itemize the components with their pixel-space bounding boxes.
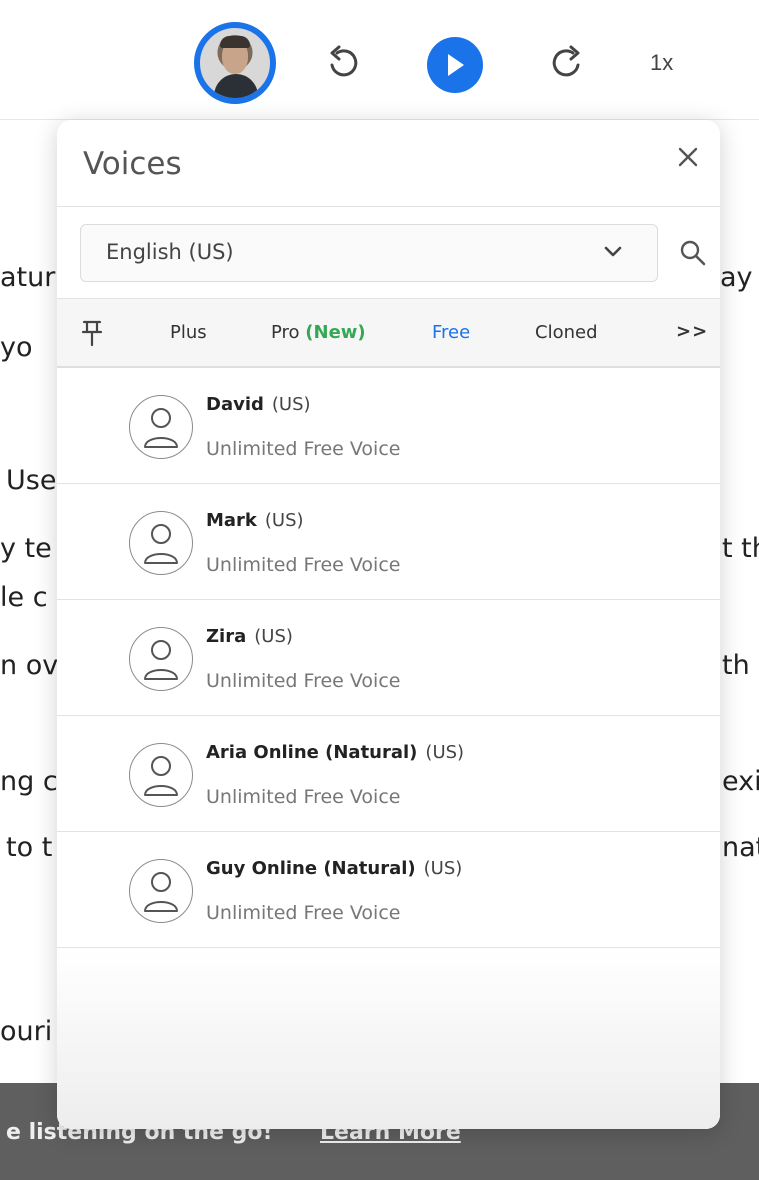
article-text: exic (722, 766, 759, 797)
voice-name: Aria Online (Natural) (US) (206, 742, 465, 763)
rewind-icon (330, 45, 358, 77)
search-button[interactable] (679, 239, 709, 269)
user-icon (129, 627, 193, 691)
tab-pro[interactable]: Pro (New) (271, 322, 366, 343)
voice-subtitle: Unlimited Free Voice (206, 670, 401, 692)
article-text: to t (6, 832, 53, 863)
voice-subtitle: Unlimited Free Voice (206, 902, 401, 924)
pin-icon[interactable] (81, 319, 103, 347)
article-text: atur (0, 262, 56, 293)
avatar-suit (214, 74, 258, 98)
avatar-hair (220, 36, 250, 48)
article-text: y te (0, 533, 52, 564)
user-icon (129, 743, 193, 807)
rewind-button[interactable] (323, 40, 363, 86)
article-text: ay (720, 262, 753, 293)
voice-list: David (US) Unlimited Free Voice Mark (US) … (57, 368, 720, 948)
tabs-more-button[interactable]: >> (676, 321, 708, 342)
voice-name: David (US) (206, 394, 311, 415)
article-text: le c (0, 582, 48, 613)
tab-free[interactable]: Free (432, 322, 470, 343)
tab-plus[interactable]: Plus (170, 322, 207, 343)
panel-title: Voices (83, 146, 182, 182)
user-icon (129, 859, 193, 923)
article-text: Use (6, 465, 57, 496)
language-select[interactable]: English (US) (80, 224, 658, 282)
voice-tier-tabs: Plus Pro (New) Free Cloned >> (57, 299, 720, 366)
list-item[interactable]: Zira (US) Unlimited Free Voice (57, 600, 720, 716)
article-text: yo (0, 332, 33, 363)
search-icon (680, 240, 706, 266)
list-item[interactable]: David (US) Unlimited Free Voice (57, 368, 720, 484)
chevron-down-icon (604, 246, 622, 257)
article-text: ng c (0, 766, 58, 797)
voice-name: Guy Online (Natural) (US) (206, 858, 463, 879)
language-value: English (US) (106, 240, 234, 264)
article-text: n ov (0, 650, 59, 681)
voice-avatar-button[interactable] (194, 22, 276, 104)
close-icon (678, 147, 698, 167)
player-bar: 1x (0, 0, 759, 120)
list-item[interactable]: Mark (US) Unlimited Free Voice (57, 484, 720, 600)
panel-footer-area (57, 950, 720, 1129)
close-button[interactable] (673, 142, 703, 172)
article-text: th (722, 650, 750, 681)
tab-cloned[interactable]: Cloned (535, 322, 598, 343)
playback-speed-button[interactable]: 1x (650, 50, 673, 76)
voices-panel: Voices English (US) Plus Pro (New) Free … (57, 120, 720, 1129)
forward-icon (552, 45, 580, 77)
tab-pro-label: Pro (271, 322, 300, 343)
voice-name: Mark (US) (206, 510, 304, 531)
article-text: nat (722, 832, 759, 863)
play-button[interactable] (427, 37, 483, 93)
article-text: ouri (0, 1016, 53, 1047)
forward-button[interactable] (547, 40, 587, 86)
new-badge: (New) (305, 322, 366, 343)
voice-subtitle: Unlimited Free Voice (206, 554, 401, 576)
voice-subtitle: Unlimited Free Voice (206, 786, 401, 808)
voice-subtitle: Unlimited Free Voice (206, 438, 401, 460)
user-icon (129, 395, 193, 459)
list-item[interactable]: Aria Online (Natural) (US) Unlimited Free… (57, 716, 720, 832)
divider (57, 206, 720, 207)
voice-name: Zira (US) (206, 626, 293, 647)
play-icon (448, 54, 464, 76)
user-icon (129, 511, 193, 575)
article-text: t th (722, 533, 759, 564)
list-item[interactable]: Guy Online (Natural) (US) Unlimited Free … (57, 832, 720, 948)
